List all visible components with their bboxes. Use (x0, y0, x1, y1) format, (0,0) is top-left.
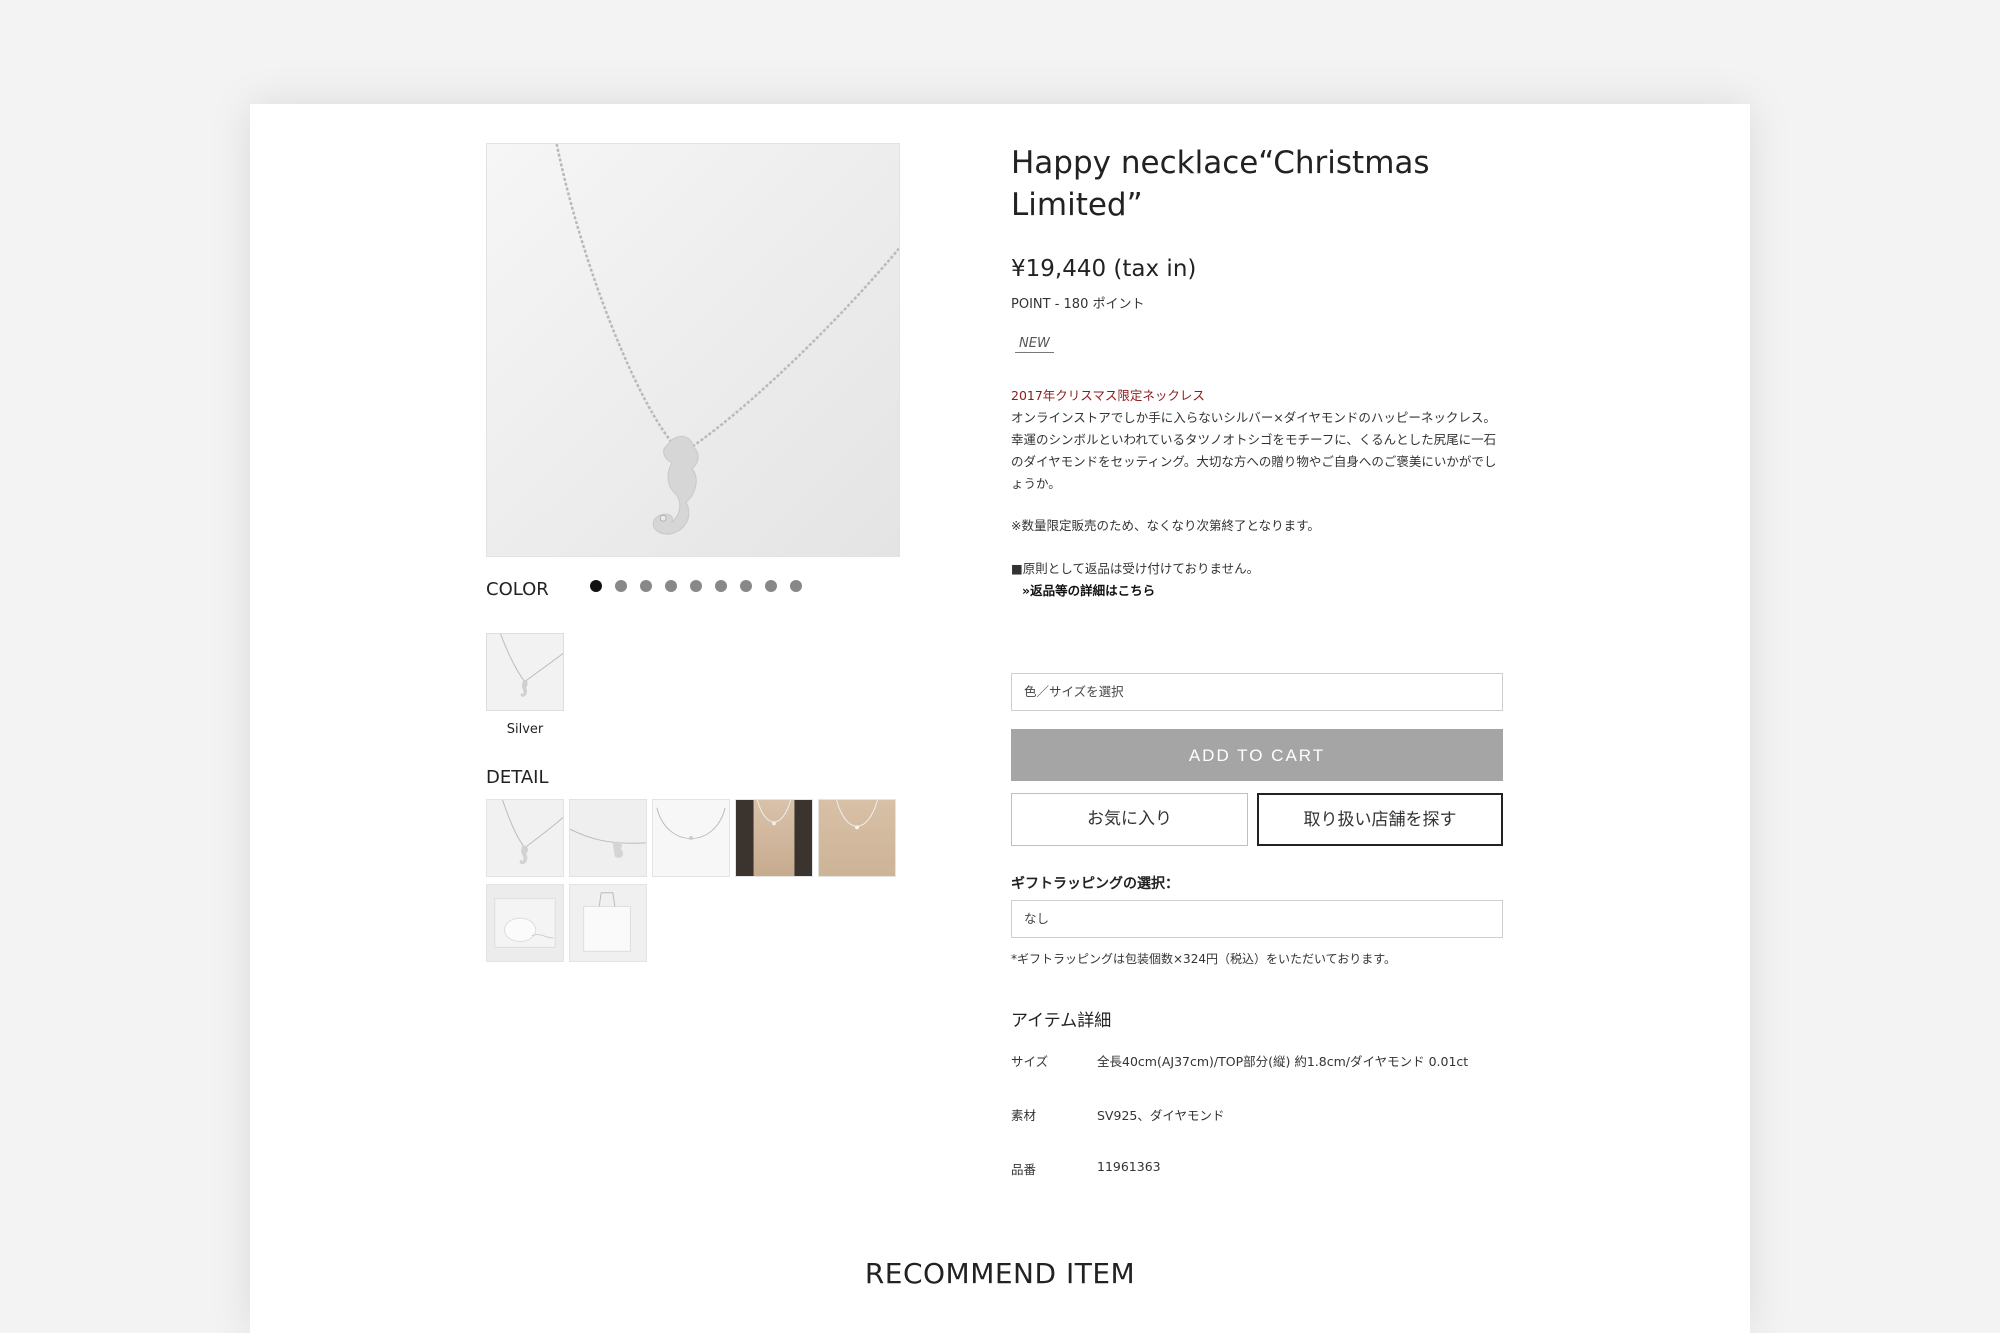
gift-wrapping-label: ギフトラッピングの選択： (1011, 876, 1179, 892)
spec-key-material: 素材 (1011, 1108, 1037, 1123)
recommend-heading: RECOMMEND ITEM (864, 1257, 1136, 1290)
detail-label: DETAIL (486, 767, 549, 788)
detail-thumbnail[interactable] (569, 884, 647, 962)
product-price: ¥19,440 (tax in) (1011, 256, 1197, 282)
item-detail-heading: アイテム詳細 (1011, 1011, 1112, 1031)
spec-key-sku: 品番 (1011, 1162, 1037, 1177)
detail-thumbnail[interactable] (735, 799, 813, 877)
gift-wrapping-select[interactable]: なし (1011, 900, 1503, 938)
carousel-dot[interactable] (640, 580, 652, 592)
carousel-dot[interactable] (665, 580, 677, 592)
carousel-dot[interactable] (690, 580, 702, 592)
detail-thumbnail[interactable] (569, 799, 647, 877)
return-details-link[interactable]: »返品等の詳細はこちら (1022, 580, 1155, 599)
carousel-dot[interactable] (715, 580, 727, 592)
product-title: Happy necklace“Christmas Limited” (1011, 145, 1430, 223)
description-line: 幸運のシンボルといわれているタツノオトシゴをモチーフに、くるんとした尻尾に一石 (1011, 432, 1497, 447)
detail-thumbnail[interactable] (818, 799, 896, 877)
spec-value-material: SV925、ダイヤモンド (1097, 1108, 1225, 1123)
description-line: ょうか。 (1011, 476, 1061, 491)
find-store-button[interactable]: 取り扱い店舗を探す (1257, 793, 1503, 846)
return-notice: ■原則として返品は受け付けておりません。 (1011, 561, 1260, 576)
swatch-label: Silver (506, 722, 544, 737)
description-highlight: 2017年クリスマス限定ネックレス (1011, 388, 1205, 403)
gift-wrapping-note: *ギフトラッピングは包装個数×324円（税込）をいただいております。 (1011, 952, 1397, 966)
description-line: のダイヤモンドをセッティング。大切な方への贈り物やご自身へのご褒美にいかがでし (1011, 454, 1497, 469)
variant-select[interactable]: 色／サイズを選択 (1011, 673, 1503, 711)
detail-thumbnail[interactable] (486, 799, 564, 877)
description-line: オンラインストアでしか手に入らないシルバー×ダイヤモンドのハッピーネックレス。 (1011, 410, 1496, 425)
carousel-dot[interactable] (765, 580, 777, 592)
carousel-dot[interactable] (790, 580, 802, 592)
limited-notice: ※数量限定販売のため、なくなり次第終了となります。 (1011, 518, 1320, 533)
detail-thumbnail[interactable] (486, 884, 564, 962)
spec-key-size: サイズ (1011, 1054, 1049, 1069)
product-description: 2017年クリスマス限定ネックレス オンラインストアでしか手に入らないシルバー×… (1011, 385, 1517, 495)
carousel-dot[interactable] (590, 580, 602, 592)
color-swatch-silver[interactable] (486, 633, 564, 711)
favorite-button[interactable]: お気に入り (1011, 793, 1248, 846)
reward-points: POINT - 180 ポイント (1011, 297, 1145, 312)
detail-thumbnail[interactable] (652, 799, 730, 877)
product-card (250, 104, 1750, 1333)
new-badge: NEW (1015, 336, 1054, 353)
color-label: COLOR (486, 579, 549, 600)
main-product-image[interactable] (486, 143, 900, 557)
carousel-dot[interactable] (615, 580, 627, 592)
add-to-cart-button[interactable]: ADD TO CART (1011, 729, 1503, 781)
carousel-dot[interactable] (740, 580, 752, 592)
spec-value-size: 全長40cm(AJ37cm)/TOP部分(縦) 約1.8cm/ダイヤモンド 0.… (1097, 1054, 1469, 1069)
carousel-dots[interactable] (590, 580, 802, 592)
spec-value-sku: 11961363 (1097, 1159, 1161, 1174)
